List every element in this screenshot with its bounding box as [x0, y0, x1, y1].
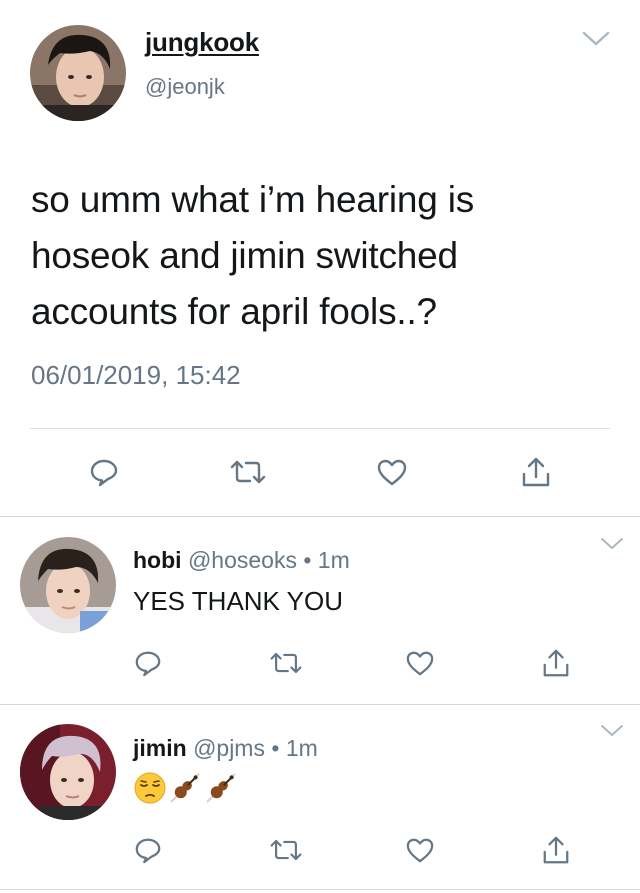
chevron-down-icon[interactable] [582, 30, 610, 53]
chevron-down-icon[interactable] [600, 724, 624, 743]
like-button[interactable] [402, 832, 438, 868]
dot-separator: • [303, 547, 312, 573]
retweet-button[interactable] [266, 832, 306, 868]
violin-emoji [170, 773, 200, 803]
reply-handle[interactable]: @hoseoks [188, 547, 297, 573]
reply-button[interactable] [130, 645, 166, 681]
like-button[interactable] [372, 452, 412, 492]
reply-icon [90, 459, 118, 487]
main-tweet-text: so umm what i’m hearing is hoseok and ji… [31, 179, 475, 332]
main-tweet-display-name[interactable]: jungkook [145, 27, 259, 58]
like-icon [406, 838, 434, 863]
retweet-icon [270, 839, 302, 861]
avatar-jungkook[interactable] [30, 25, 126, 121]
divider [0, 516, 640, 517]
divider [0, 704, 640, 705]
avatar-jimin[interactable] [20, 724, 116, 820]
divider [0, 889, 640, 890]
share-icon [543, 836, 569, 864]
violin-emoji [206, 773, 236, 803]
retweet-button[interactable] [226, 452, 270, 492]
reply-time: 1m [317, 547, 350, 573]
retweet-button[interactable] [266, 645, 306, 681]
reply-display-name[interactable]: hobi [133, 547, 182, 573]
reply-button[interactable] [130, 832, 166, 868]
reply-time: 1m [285, 735, 318, 761]
share-button[interactable] [516, 452, 556, 492]
like-icon [406, 651, 434, 676]
chevron-down-icon[interactable] [600, 537, 624, 556]
reply-header: hobi @hoseoks • 1m [133, 547, 350, 574]
reply-display-name[interactable]: jimin [133, 735, 187, 761]
main-tweet-timestamp: 06/01/2019, 15:42 [31, 360, 241, 390]
reply-emojis [133, 770, 239, 806]
retweet-icon [270, 652, 302, 674]
divider [30, 428, 610, 429]
reply-header: jimin @pjms • 1m [133, 735, 318, 762]
share-icon [543, 649, 569, 677]
dot-separator: • [271, 735, 280, 761]
share-icon [522, 457, 550, 487]
pensive-face-emoji [134, 772, 166, 804]
main-tweet-handle[interactable]: @jeonjk [145, 74, 225, 100]
share-button[interactable] [538, 832, 574, 868]
reply-icon [135, 651, 161, 677]
reply-handle[interactable]: @pjms [193, 735, 265, 761]
avatar-hobi[interactable] [20, 537, 116, 633]
reply-text: YES THANK YOU [133, 586, 343, 616]
share-button[interactable] [538, 645, 574, 681]
reply-icon [135, 838, 161, 864]
reply-button[interactable] [84, 452, 124, 492]
like-icon [377, 459, 407, 486]
retweet-icon [230, 460, 266, 484]
like-button[interactable] [402, 645, 438, 681]
